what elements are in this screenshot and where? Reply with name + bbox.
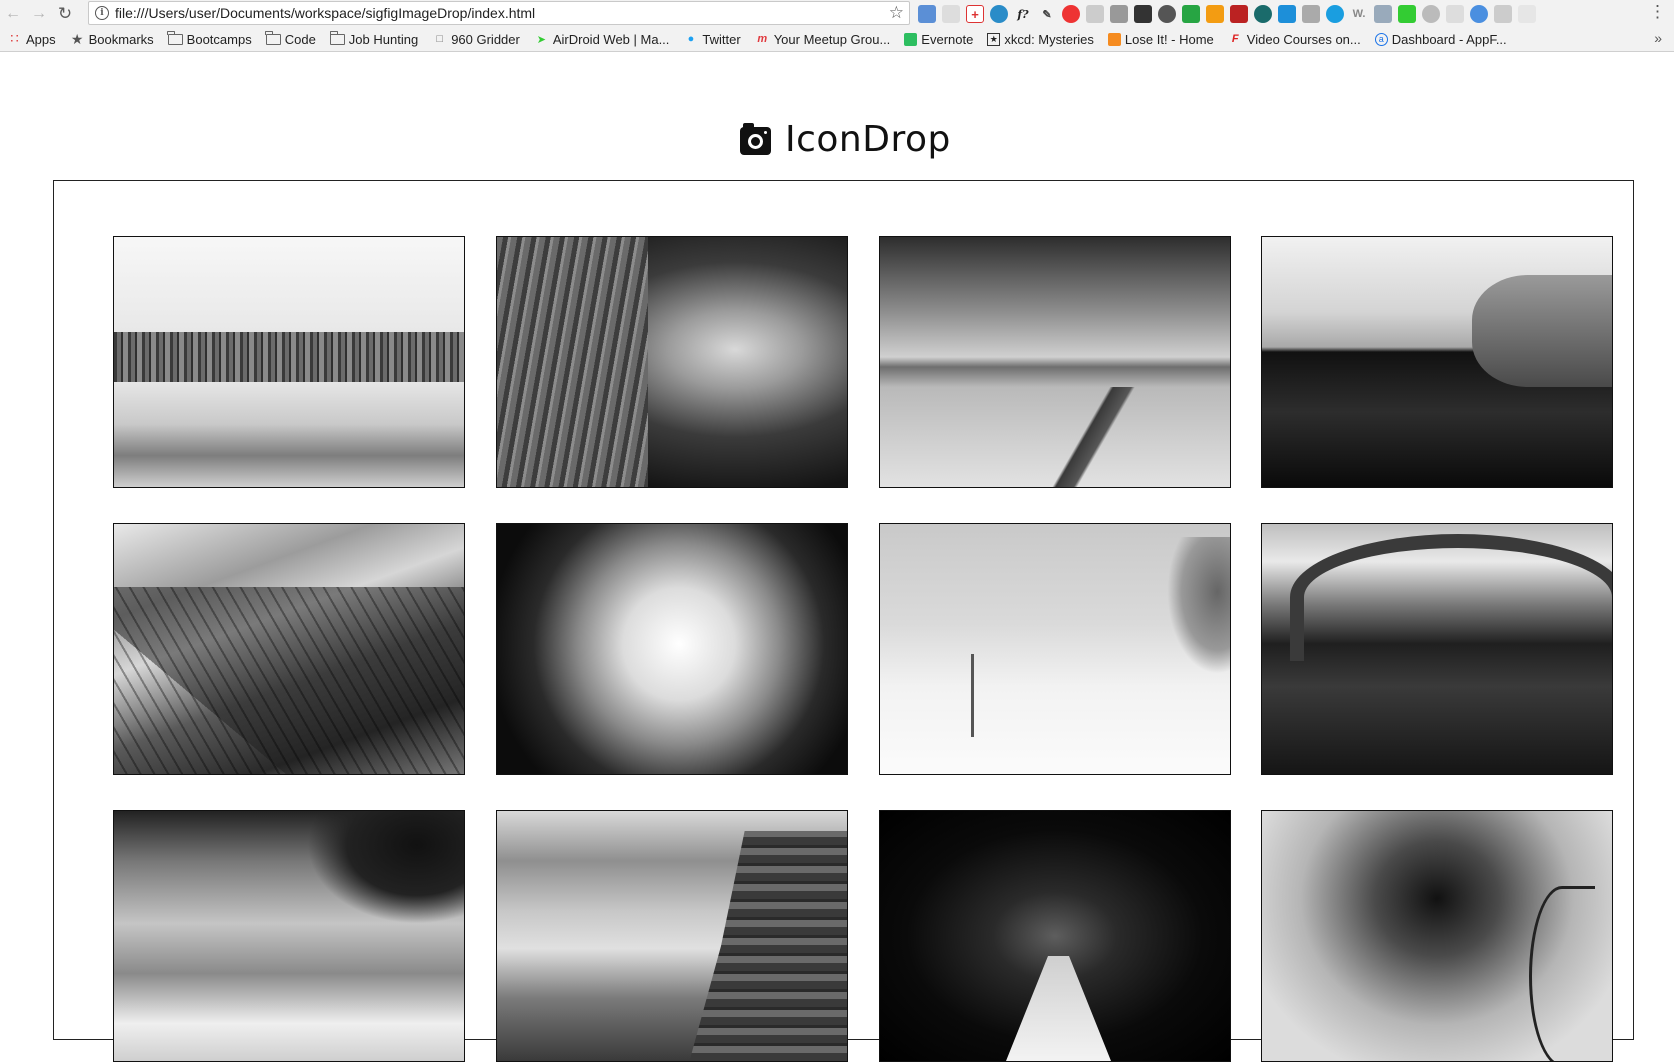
bookmark-meetup[interactable]: m Your Meetup Grou... [755,32,890,47]
airdroid-icon: ➤ [536,33,546,46]
url-text[interactable]: file:///Users/user/Documents/workspace/s… [115,5,889,21]
meetup-icon: m [757,33,768,45]
extension-tomato-icon[interactable] [1062,5,1080,23]
page-info-icon[interactable]: i [95,6,109,20]
folder-icon [167,30,183,46]
gallery-photo[interactable] [1261,810,1613,1062]
extension-bar-icon[interactable] [1278,5,1296,23]
browser-menu-icon[interactable]: ⋮ [1649,2,1666,22]
bookmark-dashboard[interactable]: a Dashboard - AppF... [1374,32,1507,47]
bookmarks-overflow-icon[interactable]: » [1654,30,1662,46]
site-title: IconDrop [785,118,951,160]
loseit-icon [1107,32,1121,46]
gallery-photo[interactable] [879,810,1231,1062]
bookmark-star-icon[interactable]: ☆ [889,3,904,23]
extension-cloud-icon[interactable] [1110,5,1128,23]
bookmark-twitter[interactable]: ● Twitter [683,32,741,47]
evernote-icon [904,32,918,46]
extension-cross-icon[interactable]: + [966,5,984,23]
bookmark-bootcamps[interactable]: Bootcamps [167,30,252,47]
address-bar[interactable]: i file:///Users/user/Documents/workspace… [88,1,910,25]
bookmark-960-gridder[interactable]: □ 960 Gridder [432,32,519,47]
bookmark-apps[interactable]: ∷ Apps [7,31,55,47]
extension-fx-icon[interactable]: f? [1014,5,1032,23]
site-header: IconDrop [740,117,951,161]
extension-image-icon[interactable] [918,5,936,23]
gallery-photo[interactable] [496,236,848,488]
back-arrow-icon[interactable]: ← [0,2,26,26]
extension-refresh-icon[interactable] [1422,5,1440,23]
gallery-photo[interactable] [113,810,465,1062]
extension-ublock-icon[interactable] [1230,5,1248,23]
extension-rainbow-icon[interactable] [1206,5,1224,23]
folder-icon [265,30,281,46]
bookmark-code[interactable]: Code [265,30,316,47]
extension-skype-icon[interactable] [1374,5,1392,23]
extension-w-icon[interactable]: W. [1350,5,1368,23]
extension-globe-icon[interactable] [990,5,1008,23]
bookmark-video-courses[interactable]: F Video Courses on... [1228,32,1361,47]
page-icon: □ [436,33,444,45]
apps-grid-icon: ∷ [10,31,19,46]
image-gallery [53,180,1634,1062]
xkcd-icon: ★ [987,32,1001,46]
gallery-photo[interactable] [496,523,848,775]
video-courses-icon: F [1231,33,1239,45]
reload-icon[interactable]: ↻ [52,2,78,26]
gallery-photo[interactable] [879,523,1231,775]
gallery-photo[interactable] [1261,523,1613,775]
bookmark-job-hunting[interactable]: Job Hunting [329,30,418,47]
extension-heart-icon[interactable] [1446,5,1464,23]
extension-evernote-grey-icon[interactable] [1302,5,1320,23]
extension-blank-icon[interactable] [942,5,960,23]
dashboard-icon: a [1374,32,1388,46]
extension-icons: + f? ✎ W. [918,3,1536,25]
folder-icon [329,30,345,46]
bookmark-airdroid[interactable]: ➤ AirDroid Web | Ma... [534,32,670,47]
gallery-photo[interactable] [113,523,465,775]
extension-new-icon[interactable] [1182,5,1200,23]
browser-toolbar: ← → ↻ i file:///Users/user/Documents/wor… [0,0,1674,27]
bookmark-evernote[interactable]: Evernote [904,32,973,47]
gallery-photo[interactable] [879,236,1231,488]
twitter-icon: ● [687,33,695,45]
gallery-photo[interactable] [113,236,465,488]
extension-doc-icon[interactable] [1494,5,1512,23]
extension-beta-icon[interactable] [1398,5,1416,23]
extension-tab-icon[interactable] [1518,5,1536,23]
camera-icon [740,122,771,156]
star-icon: ★ [70,30,84,47]
forward-arrow-icon[interactable]: → [26,2,52,26]
extension-bug-icon[interactable] [1158,5,1176,23]
extension-dots-icon[interactable] [1134,5,1152,23]
extension-zoom-icon[interactable] [1326,5,1344,23]
extension-chrome-icon[interactable] [1470,5,1488,23]
bookmark-bookmarks[interactable]: ★ Bookmarks [70,30,154,47]
extension-grey-icon[interactable] [1086,5,1104,23]
bookmarks-bar: ∷ Apps ★ Bookmarks Bootcamps Code Job Hu… [0,27,1674,52]
extension-eyedropper-icon[interactable]: ✎ [1038,5,1056,23]
bookmark-lose-it[interactable]: Lose It! - Home [1107,32,1214,47]
extension-shield-icon[interactable] [1254,5,1272,23]
bookmark-xkcd[interactable]: ★ xkcd: Mysteries [987,32,1094,47]
gallery-photo[interactable] [1261,236,1613,488]
gallery-photo[interactable] [496,810,848,1062]
